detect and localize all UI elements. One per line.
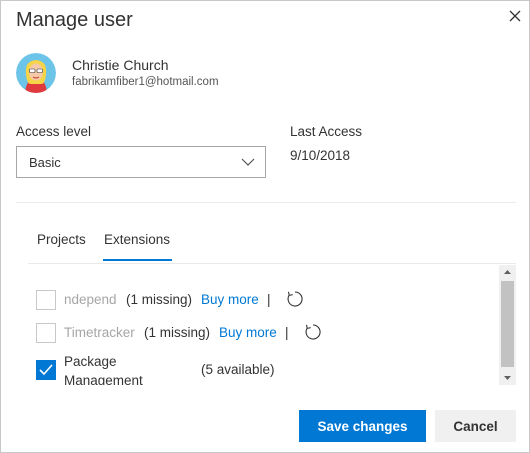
timetracker-checkbox[interactable]	[36, 323, 56, 343]
list-item: ndepend (1 missing) Buy more |	[28, 288, 498, 314]
last-access-value: 9/10/2018	[290, 148, 351, 163]
refresh-icon[interactable]	[304, 323, 322, 341]
tabs-divider	[28, 263, 516, 264]
save-changes-button[interactable]: Save changes	[299, 410, 426, 442]
access-level-select[interactable]: Basic	[16, 146, 266, 178]
tab-projects[interactable]: Projects	[37, 232, 86, 247]
extension-status: (1 missing)	[144, 325, 211, 340]
extension-name: Timetracker	[64, 325, 135, 340]
cancel-button[interactable]: Cancel	[435, 410, 516, 442]
scroll-up-icon[interactable]	[499, 265, 516, 279]
last-access-label: Last Access	[290, 124, 363, 139]
active-tab-indicator	[103, 259, 172, 261]
chevron-down-icon	[241, 155, 255, 169]
vertical-scrollbar[interactable]	[499, 265, 516, 385]
extension-status: (1 missing)	[126, 292, 193, 307]
tab-extensions[interactable]: Extensions	[104, 232, 170, 247]
user-name: Christie Church	[72, 57, 169, 73]
list-item: Timetracker (1 missing) Buy more |	[28, 321, 498, 347]
scrollbar-thumb[interactable]	[501, 281, 514, 367]
extension-status: (5 available)	[201, 362, 275, 377]
package-management-checkbox[interactable]	[36, 360, 56, 380]
buy-more-link[interactable]: Buy more	[219, 325, 277, 340]
extensions-list: ndepend (1 missing) Buy more | Timetrack…	[28, 265, 516, 385]
close-icon[interactable]	[506, 7, 524, 25]
user-email: fabrikamfiber1@hotmail.com	[72, 76, 219, 88]
scroll-down-icon[interactable]	[499, 371, 516, 385]
ndepend-checkbox[interactable]	[36, 290, 56, 310]
list-item: Package Management (5 available)	[28, 354, 498, 385]
refresh-icon[interactable]	[286, 290, 304, 308]
avatar	[16, 53, 56, 93]
manage-user-dialog: Manage user Christie Church fabrikamfibe…	[0, 0, 530, 453]
access-level-label: Access level	[16, 124, 92, 139]
dialog-title: Manage user	[16, 9, 133, 31]
access-level-value: Basic	[29, 155, 61, 170]
separator: |	[285, 325, 289, 340]
checkmark-icon	[39, 364, 53, 376]
section-divider	[16, 202, 516, 203]
separator: |	[267, 292, 271, 307]
buy-more-link[interactable]: Buy more	[201, 292, 259, 307]
extension-name: Package Management	[64, 354, 143, 385]
extension-name: ndepend	[64, 292, 117, 307]
